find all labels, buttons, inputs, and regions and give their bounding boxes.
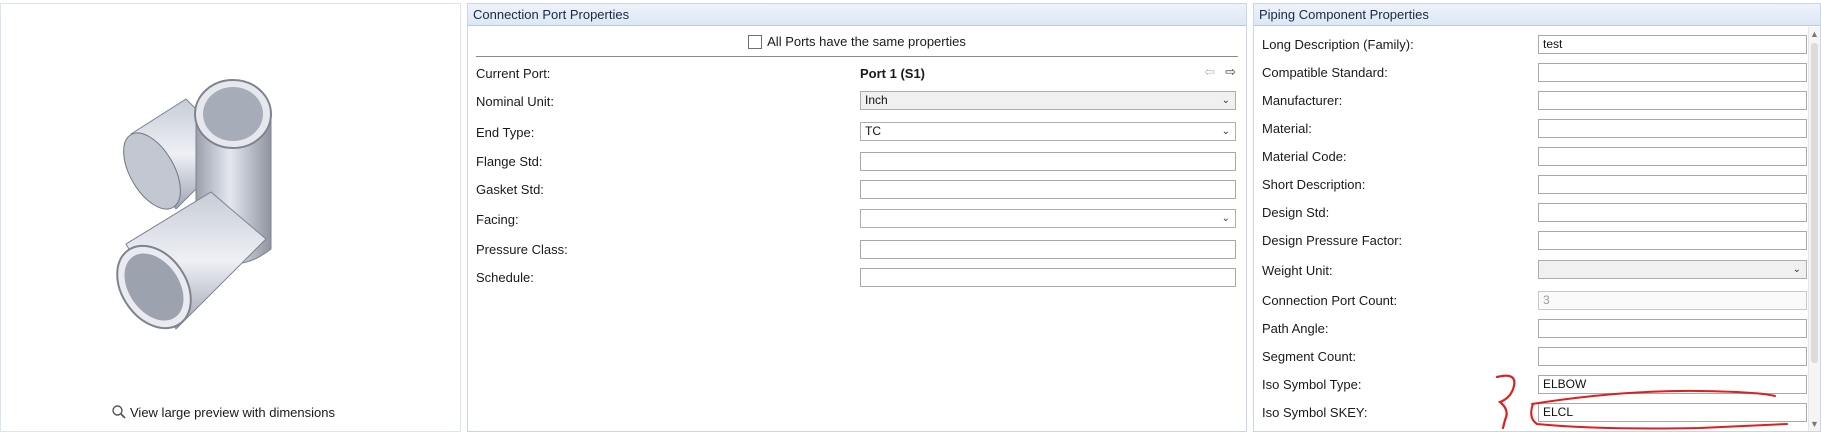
same-properties-label: All Ports have the same properties — [767, 34, 966, 49]
same-properties-checkbox[interactable] — [748, 34, 763, 49]
weight-unit-label: Weight Unit: — [1262, 263, 1333, 278]
end-type-select[interactable]: TC ⌄ — [860, 122, 1236, 141]
end-type-row: End Type: TC ⌄ — [468, 121, 1246, 145]
port-navigation: ⇦ ⇨ — [1204, 64, 1236, 80]
schedule-field[interactable] — [860, 268, 1236, 287]
material-code-row: Material Code: — [1254, 145, 1820, 169]
flange-std-label: Flange Std: — [476, 154, 543, 169]
material-row: Material: — [1254, 117, 1820, 141]
long-description-row: Long Description (Family): test — [1254, 33, 1820, 57]
iso-symbol-type-label: Iso Symbol Type: — [1262, 377, 1362, 392]
segment-count-label: Segment Count: — [1262, 349, 1356, 364]
design-pressure-factor-row: Design Pressure Factor: — [1254, 229, 1820, 253]
current-port-value: Port 1 (S1) — [860, 66, 926, 81]
path-angle-label: Path Angle: — [1262, 321, 1329, 336]
long-description-label: Long Description (Family): — [1262, 37, 1414, 52]
iso-symbol-type-row: Iso Symbol Type: ELBOW — [1254, 373, 1820, 397]
design-std-label: Design Std: — [1262, 205, 1330, 220]
gasket-std-label: Gasket Std: — [476, 182, 544, 197]
end-type-label: End Type: — [476, 125, 535, 140]
design-std-field[interactable] — [1538, 203, 1807, 222]
segment-count-row: Segment Count: — [1254, 345, 1820, 369]
nominal-unit-label: Nominal Unit: — [476, 94, 555, 109]
elbow-tee-3d-preview — [116, 79, 272, 330]
flange-std-field[interactable] — [860, 152, 1236, 171]
facing-select[interactable]: ⌄ — [860, 209, 1236, 228]
nominal-unit-row: Nominal Unit: Inch ⌄ — [468, 90, 1246, 114]
weight-unit-select[interactable]: ⌄ — [1538, 260, 1807, 279]
path-angle-field[interactable] — [1538, 319, 1807, 338]
design-std-row: Design Std: — [1254, 201, 1820, 225]
segment-count-field[interactable] — [1538, 347, 1807, 366]
connection-port-count-row: Connection Port Count: 3 — [1254, 289, 1820, 313]
facing-row: Facing: ⌄ — [468, 208, 1246, 232]
facing-label: Facing: — [476, 212, 519, 227]
schedule-row: Schedule: — [468, 266, 1246, 290]
piping-component-panel-title: Piping Component Properties — [1254, 4, 1820, 26]
gasket-std-row: Gasket Std: — [468, 178, 1246, 202]
arrow-left-icon[interactable]: ⇦ — [1204, 64, 1215, 80]
end-type-value: TC — [865, 124, 881, 138]
short-description-label: Short Description: — [1262, 177, 1366, 192]
manufacturer-field[interactable] — [1538, 91, 1807, 110]
current-port-label: Current Port: — [476, 66, 551, 81]
scroll-up-icon[interactable]: ▲ — [1810, 29, 1819, 39]
iso-symbol-type-field[interactable]: ELBOW — [1538, 375, 1807, 394]
gasket-std-field[interactable] — [860, 180, 1236, 199]
arrow-right-icon[interactable]: ⇨ — [1225, 64, 1236, 80]
design-pressure-factor-field[interactable] — [1538, 231, 1807, 250]
scroll-down-icon[interactable]: ▼ — [1810, 419, 1819, 429]
short-description-field[interactable] — [1538, 175, 1807, 194]
material-code-field[interactable] — [1538, 147, 1807, 166]
connection-port-count-field: 3 — [1538, 291, 1807, 310]
design-pressure-factor-label: Design Pressure Factor: — [1262, 233, 1403, 248]
manufacturer-label: Manufacturer: — [1262, 93, 1343, 108]
chevron-down-icon: ⌄ — [1792, 264, 1801, 275]
chevron-down-icon: ⌄ — [1221, 213, 1230, 224]
flange-std-row: Flange Std: — [468, 150, 1246, 174]
scrollbar-thumb[interactable] — [1811, 43, 1818, 363]
compatible-standard-row: Compatible Standard: — [1254, 61, 1820, 85]
manufacturer-row: Manufacturer: — [1254, 89, 1820, 113]
iso-symbol-skey-label: Iso Symbol SKEY: — [1262, 405, 1368, 420]
view-large-preview-label: View large preview with dimensions — [130, 404, 335, 420]
pressure-class-label: Pressure Class: — [476, 242, 568, 257]
pressure-class-row: Pressure Class: — [468, 238, 1246, 262]
long-description-field[interactable]: test — [1538, 35, 1807, 54]
vertical-scrollbar[interactable]: ▲ ▼ — [1808, 27, 1820, 431]
connection-port-count-label: Connection Port Count: — [1262, 293, 1398, 308]
chevron-down-icon: ⌄ — [1221, 95, 1230, 106]
piping-component-panel: Piping Component Properties Long Descrip… — [1253, 3, 1821, 432]
compatible-standard-field[interactable] — [1538, 63, 1807, 82]
separator — [476, 56, 1238, 57]
current-port-row: Current Port: Port 1 (S1) ⇦ ⇨ — [468, 62, 1246, 86]
material-field[interactable] — [1538, 119, 1807, 138]
nominal-unit-select[interactable]: Inch ⌄ — [860, 91, 1236, 110]
nominal-unit-value: Inch — [865, 93, 888, 107]
material-code-label: Material Code: — [1262, 149, 1347, 164]
iso-symbol-skey-row: Iso Symbol SKEY: ELCL — [1254, 401, 1820, 425]
path-angle-row: Path Angle: — [1254, 317, 1820, 341]
compatible-standard-label: Compatible Standard: — [1262, 65, 1388, 80]
weight-unit-row: Weight Unit: ⌄ — [1254, 259, 1820, 283]
connection-port-panel: Connection Port Properties All Ports hav… — [467, 3, 1247, 432]
iso-symbol-skey-field[interactable]: ELCL — [1538, 403, 1807, 422]
same-properties-row: All Ports have the same properties — [468, 29, 1246, 54]
view-large-preview-link[interactable]: View large preview with dimensions — [111, 404, 335, 420]
magnifier-icon — [112, 405, 126, 419]
short-description-row: Short Description: — [1254, 173, 1820, 197]
material-label: Material: — [1262, 121, 1312, 136]
connection-port-panel-title: Connection Port Properties — [468, 4, 1246, 26]
schedule-label: Schedule: — [476, 270, 534, 285]
chevron-down-icon: ⌄ — [1221, 126, 1230, 137]
preview-panel: View large preview with dimensions — [0, 3, 461, 432]
pressure-class-field[interactable] — [860, 240, 1236, 259]
